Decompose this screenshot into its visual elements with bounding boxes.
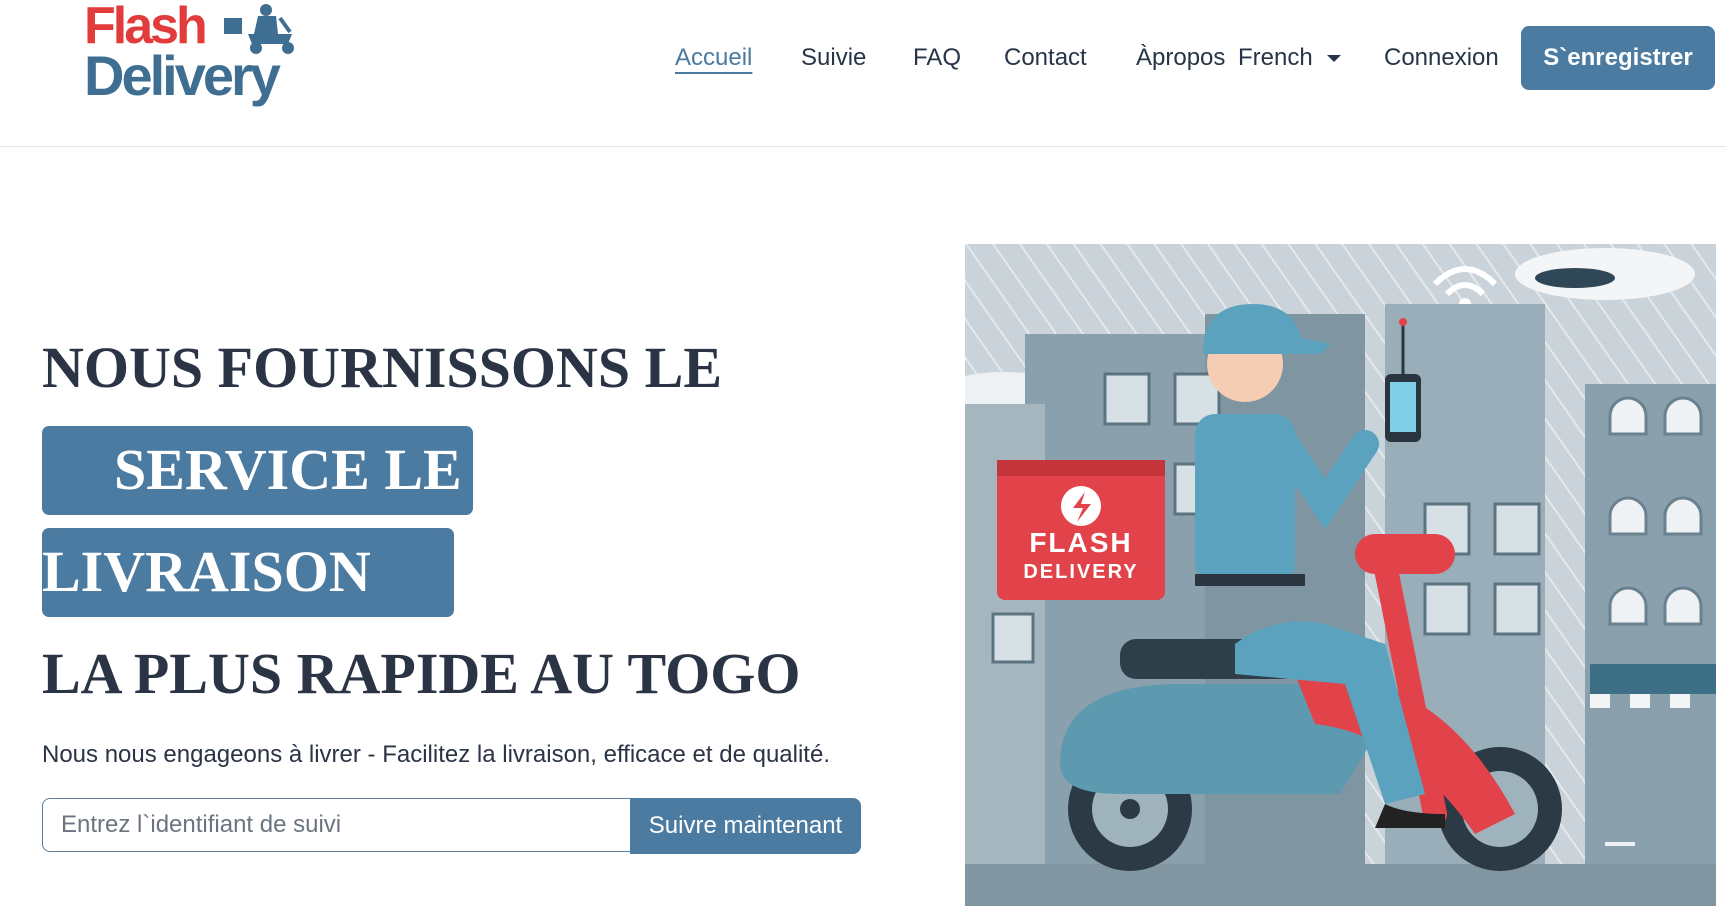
hero-subtitle: Nous nous engageons à livrer - Facilitez… [42, 741, 830, 768]
nav-contact[interactable]: Contact [1004, 42, 1087, 74]
nav-faq[interactable]: FAQ [913, 42, 961, 74]
main-nav: Accueil Suivie FAQ Contact Àpropos Frenc… [0, 0, 1726, 146]
site-header: Flash Delivery Accueil Suivie FAQ Contac… [0, 0, 1726, 147]
language-dropdown[interactable]: French [1238, 42, 1341, 74]
box-label-line1: FLASH [1029, 527, 1132, 558]
track-now-button[interactable]: Suivre maintenant [630, 798, 861, 854]
nav-connexion[interactable]: Connexion [1384, 42, 1499, 74]
chevron-down-icon [1326, 55, 1341, 63]
nav-accueil[interactable]: Accueil [675, 42, 752, 74]
language-label: French [1238, 44, 1313, 71]
register-button[interactable]: S`enregistrer [1521, 26, 1715, 90]
tracking-id-input[interactable] [42, 798, 630, 852]
nav-apropos[interactable]: Àpropos [1136, 42, 1225, 74]
hero-line-4: LA PLUS RAPIDE AU TOGO [42, 641, 801, 706]
hero-line-1: NOUS FOURNISSONS LE [42, 335, 723, 400]
delivery-illustration: FLASH DELIVERY [965, 244, 1716, 906]
hero-highlight-1: SERVICE LE [114, 437, 462, 502]
box-label-line2: DELIVERY [1023, 561, 1138, 583]
delivery-scooter-illustration: FLASH DELIVERY [965, 244, 1716, 906]
hero-highlight-2: LIVRAISON [42, 539, 371, 604]
nav-suivie[interactable]: Suivie [801, 42, 866, 74]
